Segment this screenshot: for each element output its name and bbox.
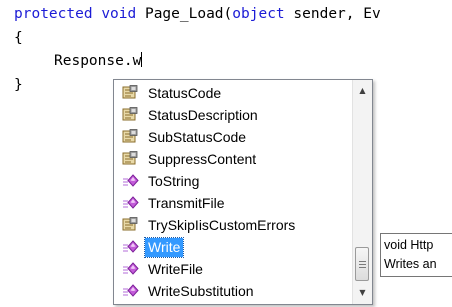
- method-icon: [122, 195, 140, 211]
- tooltip-description: Writes an: [384, 257, 437, 271]
- completion-item-label: WriteSubstitution: [148, 283, 254, 299]
- code-line-3: Response.w: [54, 51, 143, 71]
- keyword-protected: protected: [14, 6, 93, 22]
- completion-item-label: SubStatusCode: [148, 129, 247, 145]
- property-icon: [122, 217, 140, 233]
- text-caret: [141, 52, 143, 67]
- scroll-thumb[interactable]: [355, 247, 369, 281]
- completion-scrollbar[interactable]: ▲ ▼: [352, 80, 372, 304]
- close-brace: }: [14, 77, 23, 93]
- keyword-void: void: [101, 6, 137, 22]
- method-icon: [122, 283, 140, 299]
- completion-item[interactable]: TrySkipIisCustomErrors: [114, 214, 352, 236]
- method-icon: [122, 261, 140, 277]
- completion-item-label: WriteFile: [148, 261, 203, 277]
- member-tooltip: void Http Writes an: [380, 233, 452, 277]
- completion-item-label: ToString: [148, 173, 200, 189]
- method-icon: [122, 239, 140, 255]
- property-icon: [122, 107, 140, 123]
- typed-text: Response.w: [54, 53, 142, 69]
- completion-list[interactable]: StatusCode StatusDescription SubStatusCode…: [114, 82, 352, 302]
- property-icon: [122, 151, 140, 167]
- scroll-up-button[interactable]: ▲: [353, 82, 372, 100]
- completion-item[interactable]: SubStatusCode: [114, 126, 352, 148]
- open-paren: (: [223, 6, 233, 22]
- completion-item[interactable]: WriteSubstitution: [114, 280, 352, 302]
- method-icon: [122, 173, 140, 189]
- property-icon: [122, 129, 140, 145]
- completion-item[interactable]: Write: [114, 236, 352, 258]
- completion-item[interactable]: WriteFile: [114, 258, 352, 280]
- tooltip-signature: void Http: [384, 238, 434, 252]
- code-line-2: {: [14, 28, 23, 48]
- completion-item-label: SuppressContent: [148, 151, 257, 167]
- completion-item-label: StatusCode: [148, 85, 222, 101]
- property-icon: [122, 85, 140, 101]
- completion-item[interactable]: SuppressContent: [114, 148, 352, 170]
- completion-item[interactable]: ToString: [114, 170, 352, 192]
- completion-item[interactable]: StatusDescription: [114, 104, 352, 126]
- scroll-down-button[interactable]: ▼: [353, 284, 372, 302]
- code-editor[interactable]: protected void Page_Load(object sender, …: [14, 0, 381, 93]
- parameter-text: sender, Ev: [293, 6, 381, 22]
- completion-item-label: TrySkipIisCustomErrors: [148, 217, 296, 233]
- completion-item[interactable]: TransmitFile: [114, 192, 352, 214]
- intellisense-popup[interactable]: StatusCode StatusDescription SubStatusCode…: [113, 79, 373, 305]
- open-brace: {: [14, 30, 23, 46]
- completion-item-label: StatusDescription: [148, 107, 258, 123]
- method-name: Page_Load: [144, 6, 224, 22]
- completion-item-label: TransmitFile: [148, 195, 225, 211]
- code-line-4: }: [14, 75, 23, 95]
- code-line-1: protected void Page_Load(object sender, …: [14, 4, 381, 24]
- completion-item-label: Write: [143, 237, 185, 258]
- keyword-object: object: [232, 6, 285, 22]
- completion-item[interactable]: StatusCode: [114, 82, 352, 104]
